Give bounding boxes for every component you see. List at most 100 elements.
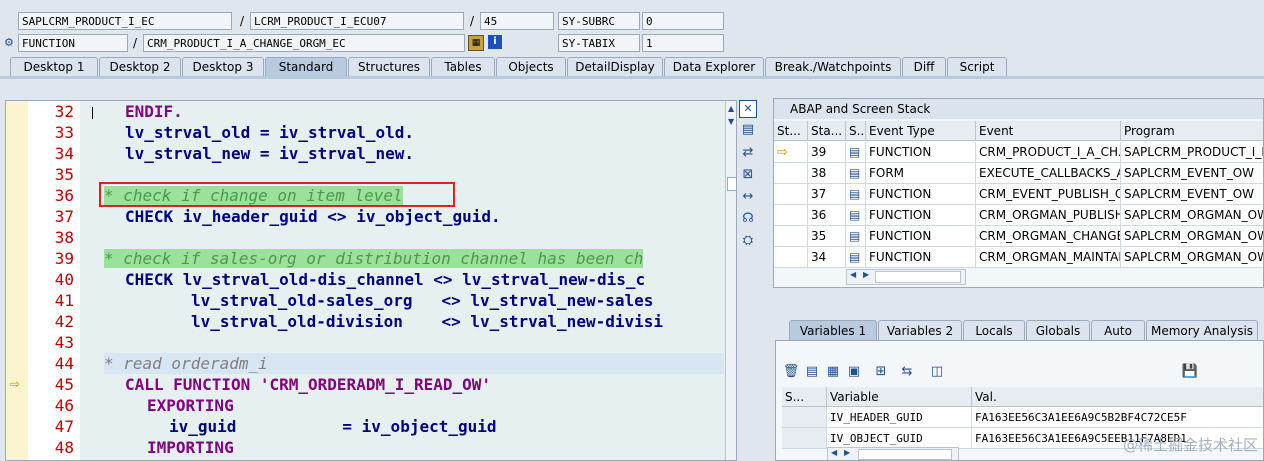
variable-name[interactable]: IV_HEADER_GUID	[827, 407, 972, 428]
scroll-thumb[interactable]	[875, 271, 961, 283]
breakpoint-gutter[interactable]	[6, 101, 29, 460]
display-icon[interactable]: ▦	[468, 35, 484, 51]
code-line: IMPORTING	[147, 438, 234, 457]
row-selector[interactable]	[782, 407, 827, 428]
row-selector[interactable]	[782, 428, 827, 449]
event: CRM_ORGMAN_MAINTAI...	[976, 247, 1121, 268]
column-header[interactable]: Val.	[972, 387, 1263, 407]
tab-memory-analysis[interactable]: Memory Analysis	[1146, 320, 1258, 340]
program-field[interactable]: SAPLCRM_PRODUCT_I_EC	[18, 12, 232, 30]
event-type: FUNCTION	[866, 142, 976, 163]
scroll-down-icon[interactable]: ▼	[728, 117, 734, 126]
event-type: FUNCTION	[866, 226, 976, 247]
separator: /	[470, 14, 475, 28]
tab-desktop-2[interactable]: Desktop 2	[99, 57, 181, 76]
include-field[interactable]: LCRM_PRODUCT_I_ECU07	[250, 12, 464, 30]
scroll-left-icon[interactable]: ◀	[831, 448, 837, 457]
replace-tool-icon[interactable]: ⇄	[739, 144, 757, 162]
tab-locals[interactable]: Locals	[963, 320, 1025, 340]
close-icon[interactable]: ✕	[739, 100, 757, 118]
line-number: 46	[54, 396, 74, 415]
sysvar-name-field[interactable]: SY-SUBRC	[558, 12, 640, 30]
sysvar2-name-field[interactable]: SY-TABIX	[558, 34, 640, 52]
function-icon: ▤	[846, 205, 866, 226]
scroll-right-icon[interactable]: ▶	[844, 448, 850, 457]
stack-marker	[774, 247, 808, 268]
tab-diff[interactable]: Diff	[902, 57, 946, 76]
column-header[interactable]: Sta...	[808, 121, 846, 141]
tab-variables-1[interactable]: Variables 1	[789, 320, 877, 340]
type-field[interactable]: FUNCTION	[18, 34, 128, 52]
column-header[interactable]: Event Type	[866, 121, 976, 141]
column-header[interactable]: Program	[1121, 121, 1263, 141]
column-header[interactable]: Variable	[827, 387, 972, 407]
line-number: 32	[54, 102, 74, 121]
sysvar2-value-field[interactable]: 1	[642, 34, 724, 52]
code-line: EXPORTING	[147, 396, 234, 415]
scroll-left-icon[interactable]: ◀	[850, 270, 856, 279]
program: SAPLCRM_ORGMAN_OW	[1121, 226, 1263, 247]
program: SAPLCRM_ORGMAN_OW	[1121, 247, 1263, 268]
tab-desktop-1[interactable]: Desktop 1	[10, 57, 98, 76]
sysvar-value-field[interactable]: 0	[642, 12, 724, 30]
line-number: 38	[54, 228, 74, 247]
scroll-up-icon[interactable]: ▲	[728, 104, 734, 113]
editor-vertical-scrollbar[interactable]: ▲ ▼	[725, 101, 736, 460]
program: SAPLCRM_PRODUCT_I_EC	[1121, 142, 1263, 163]
tab-script[interactable]: Script	[947, 57, 1007, 76]
line-number: 39	[54, 249, 74, 268]
variable-value[interactable]: FA163EE56C3A1EE6A9C5B2BF4C72CE5F	[972, 407, 1263, 428]
line-number: 44	[54, 354, 74, 373]
tab-structures[interactable]: Structures	[348, 57, 430, 76]
swap-icon[interactable]: ↔	[739, 188, 757, 206]
scroll-thumb[interactable]	[858, 449, 952, 460]
tab-detaildisplay[interactable]: DetailDisplay	[567, 57, 663, 76]
list-icon[interactable]: ▤	[803, 363, 821, 381]
delete-icon[interactable]: 🗑	[782, 363, 800, 381]
stack-marker	[774, 163, 808, 184]
settings-icon[interactable]: ⛭	[739, 232, 757, 250]
name-field[interactable]: CRM_PRODUCT_I_A_CHANGE_ORGM_EC	[143, 34, 465, 52]
tab-auto[interactable]: Auto	[1091, 320, 1145, 340]
tab-breakpoints[interactable]: Break./Watchpoints	[765, 57, 901, 76]
source-editor[interactable]: 32 ENDIF. 33 lv_strval_old = iv_strval_o…	[5, 100, 737, 461]
tab-objects[interactable]: Objects	[496, 57, 566, 76]
folder-icon[interactable]: ◫	[928, 363, 946, 381]
tab-globals[interactable]: Globals	[1026, 320, 1090, 340]
line-field[interactable]: 45	[480, 12, 554, 30]
maximize-icon[interactable]: ⊠	[739, 166, 757, 184]
info-icon[interactable]: i	[488, 35, 502, 49]
stack-level: 34	[808, 247, 846, 268]
column-header[interactable]: S...	[782, 387, 827, 407]
event: CRM_PRODUCT_I_A_CH...	[976, 142, 1121, 163]
stack-horizontal-scrollbar[interactable]: ◀ ▶	[846, 269, 966, 285]
function-icon: ▤	[846, 184, 866, 205]
variables-horizontal-scrollbar[interactable]: ◀ ▶	[827, 447, 959, 460]
stack-level: 36	[808, 205, 846, 226]
variable-name[interactable]: IV_OBJECT_GUID	[827, 428, 972, 449]
event: CRM_ORGMAN_CHANGE...	[976, 226, 1121, 247]
tab-standard[interactable]: Standard	[265, 57, 347, 76]
column-header[interactable]: Event	[976, 121, 1121, 141]
copy-icon[interactable]: ▦	[824, 363, 842, 381]
scroll-right-icon[interactable]: ▶	[863, 270, 869, 279]
tab-variables-2[interactable]: Variables 2	[878, 320, 962, 340]
save-icon[interactable]: 💾	[1181, 363, 1199, 381]
column-header[interactable]: S...	[846, 121, 866, 141]
services-icon[interactable]: ☊	[739, 210, 757, 228]
tab-data-explorer[interactable]: Data Explorer	[664, 57, 764, 76]
event-type: FUNCTION	[866, 184, 976, 205]
hierarchy-icon[interactable]: ⊞	[872, 363, 890, 381]
tab-desktop-3[interactable]: Desktop 3	[182, 57, 264, 76]
function-icon: ▤	[846, 226, 866, 247]
save-variables-icon[interactable]: ▣	[845, 363, 863, 381]
scroll-thumb[interactable]	[727, 177, 736, 191]
transfer-icon[interactable]: ⇆	[898, 363, 916, 381]
line-number: 33	[54, 123, 74, 142]
tab-tables[interactable]: Tables	[431, 57, 495, 76]
variables-tabstrip: Variables 1 Variables 2 Locals Globals A…	[775, 320, 1264, 340]
code-line: ENDIF.	[125, 101, 183, 122]
column-header[interactable]: St...	[774, 121, 808, 141]
code-line: lv_strval_old = iv_strval_old.	[125, 123, 414, 142]
new-tool-icon[interactable]: ▤	[739, 121, 757, 139]
